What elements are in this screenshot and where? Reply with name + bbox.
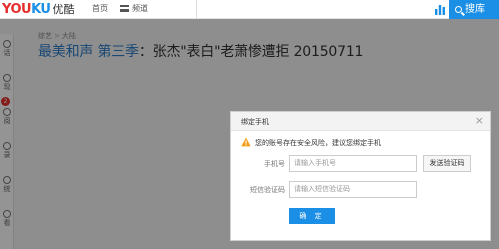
dialog-header: 绑定手机 × — [231, 112, 490, 131]
phone-input[interactable]: 请输入手机号 — [289, 155, 417, 172]
bind-phone-dialog: 绑定手机 × 您的账号存在安全风险，建议您绑定手机 手机号 请输入手机号 发送验… — [230, 111, 491, 241]
dialog-title: 绑定手机 — [241, 118, 269, 126]
search-button-label: 搜库 — [465, 4, 485, 15]
phone-label: 手机号 — [264, 160, 285, 168]
close-icon[interactable]: × — [475, 114, 484, 127]
page: YOUKU 优酷 首页 频道 搜库 话 现 2 阅 录 统 看 综艺 > 大陆 … — [0, 0, 499, 249]
search-input[interactable] — [196, 0, 432, 18]
security-warning-text: 您的账号存在安全风险，建议您绑定手机 — [255, 139, 381, 147]
warning-icon — [241, 137, 251, 147]
nav-channel-menu[interactable]: 频道 — [120, 3, 148, 15]
top-bar: YOUKU 优酷 首页 频道 搜库 — [0, 0, 499, 19]
search-button[interactable]: 搜库 — [449, 0, 499, 19]
logo-cn: 优酷 — [52, 3, 75, 16]
bar-chart-icon[interactable] — [434, 3, 446, 15]
sms-code-label: 短信验证码 — [250, 186, 285, 194]
menu-icon — [120, 5, 129, 12]
send-code-button[interactable]: 发送验证码 — [423, 155, 471, 172]
sms-code-input[interactable]: 请输入短信验证码 — [289, 181, 417, 198]
logo-you: YOU — [2, 2, 32, 17]
nav-home-link[interactable]: 首页 — [92, 3, 108, 15]
confirm-button[interactable]: 确 定 — [289, 208, 335, 224]
search-icon — [455, 6, 462, 13]
nav-channel-label: 频道 — [132, 4, 148, 13]
youku-logo[interactable]: YOUKU 优酷 — [2, 0, 74, 19]
logo-ku: KU — [31, 2, 51, 17]
